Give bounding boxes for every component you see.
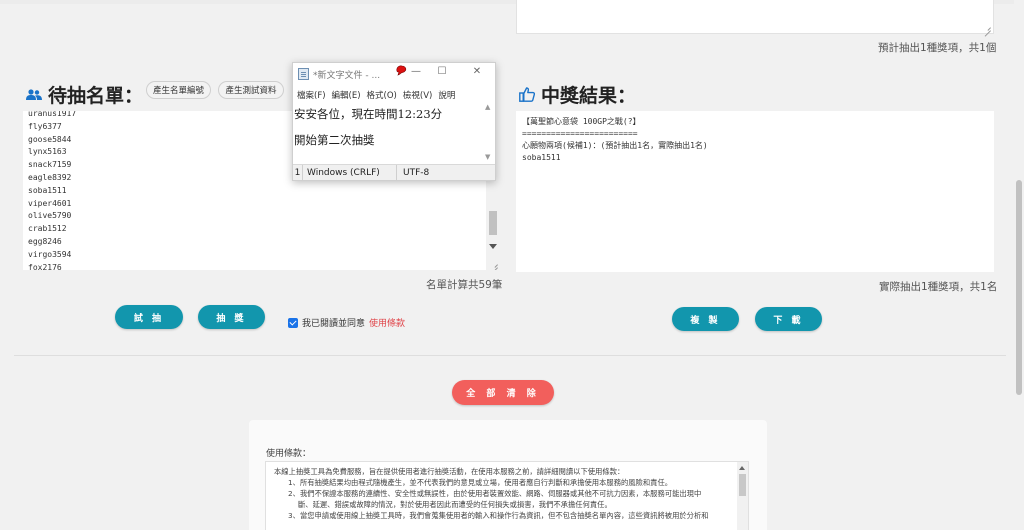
notepad-window[interactable]: *新文字文件 - ... — ☐ ✕ 檔案(F) 編輯(E) 格式(O) 檢視(… <box>292 62 496 181</box>
scroll-up-icon[interactable]: ▲ <box>485 103 490 111</box>
menu-format[interactable]: 格式(O) <box>367 89 397 101</box>
status-eol: Windows (CRLF) <box>303 164 397 181</box>
terms-line: 2、我們不保證本服務的連續性、安全性或無誤性，由於使用者裝置效能、網路、伺服器或… <box>288 489 702 498</box>
terms-line: 斷、延遲、錯誤或故障的情況，對於使用者因此而遭受的任何損失或損害，我們不承擔任何… <box>298 500 612 509</box>
participants-heading: 待抽名單： <box>26 81 143 108</box>
thumbs-up-icon <box>519 87 535 102</box>
terms-textarea[interactable]: 本線上抽獎工具為免費服務，旨在提供使用者進行抽獎活動，在使用本服務之前，請詳細閱… <box>265 461 749 530</box>
page-scrollbar[interactable] <box>1014 0 1024 530</box>
results-heading: 中獎結果： <box>519 81 636 108</box>
download-button[interactable]: 下 載 <box>755 307 822 331</box>
agree-checkbox[interactable] <box>288 317 298 328</box>
notepad-menu: 檔案(F) 編輯(E) 格式(O) 檢視(V) 說明 <box>297 89 455 101</box>
participant-count: 名單計算共59筆 <box>426 279 503 291</box>
status-line: 1 <box>293 164 303 181</box>
list-item: viper4601 <box>28 198 72 208</box>
actual-summary: 實際抽出1種獎項，共1名 <box>879 281 998 293</box>
divider <box>14 355 1006 356</box>
agree-terms[interactable]: 我已閱讀並同意 使用條款 <box>288 316 405 329</box>
list-item: soba1511 <box>28 185 67 195</box>
notepad-line: 開始第二次抽獎 <box>294 133 375 147</box>
notepad-titlebar[interactable]: *新文字文件 - ... — ☐ ✕ <box>293 63 495 85</box>
page-scrollbar-thumb[interactable] <box>1016 180 1022 395</box>
menu-edit[interactable]: 編輯(E) <box>332 89 361 101</box>
prize-textarea[interactable] <box>516 0 994 34</box>
resize-grip-icon[interactable] <box>983 23 991 31</box>
list-item: egg8246 <box>28 236 62 246</box>
copy-button[interactable]: 複 製 <box>672 307 739 331</box>
terms-link[interactable]: 使用條款 <box>369 316 405 329</box>
notepad-text-area[interactable]: 安安各位，現在時間12:23分 開始第二次抽獎 <box>294 101 482 164</box>
close-icon[interactable]: ✕ <box>467 66 487 77</box>
generate-numbers-button[interactable]: 產生名單編號 <box>146 81 211 99</box>
generate-test-data-button[interactable]: 產生測試資料 <box>218 81 284 99</box>
clear-all-button[interactable]: 全 部 清 除 <box>452 380 554 405</box>
list-scrollbar-thumb[interactable] <box>489 211 497 235</box>
list-item: fox2176 <box>28 262 62 270</box>
participants-title: 待抽名單： <box>48 85 144 107</box>
notepad-statusbar: 1 Windows (CRLF) UTF-8 <box>293 164 495 181</box>
agree-text: 我已閱讀並同意 <box>302 319 366 329</box>
scroll-down-icon[interactable] <box>489 244 497 249</box>
menu-view[interactable]: 檢視(V) <box>403 89 432 101</box>
notepad-scrollbar[interactable]: ▲ ▼ <box>482 101 495 164</box>
list-item: crab1512 <box>28 224 67 234</box>
notepad-line: 安安各位，現在時間12:23分 <box>294 107 443 121</box>
result-textarea[interactable]: 【萬聖節心意袋 100GP之戰(?】 =====================… <box>516 111 994 272</box>
terms-title: 使用條款： <box>266 449 312 459</box>
notepad-title: *新文字文件 - ... <box>313 71 381 81</box>
menu-file[interactable]: 檔案(F) <box>297 89 326 101</box>
draw-button[interactable]: 抽 獎 <box>198 305 265 329</box>
planned-summary: 預計抽出1種獎項，共1個 <box>878 42 997 54</box>
users-icon <box>26 88 42 100</box>
trial-draw-button[interactable]: 試 抽 <box>115 305 183 329</box>
terms-line: 1、所有抽獎結果均由程式隨機產生，並不代表我們的意見或立場，使用者應自行判斷和承… <box>288 478 673 487</box>
terms-line: 3、當您申請或使用線上抽獎工具時，我們會蒐集使用者的輸入和操作行為資訊，但不包含… <box>288 511 709 520</box>
maximize-icon[interactable]: ☐ <box>432 66 452 77</box>
terms-scrollbar-thumb[interactable] <box>739 474 746 496</box>
scroll-up-icon[interactable] <box>739 466 745 470</box>
terms-line: 本線上抽獎工具為免費服務，旨在提供使用者進行抽獎活動，在使用本服務之前，請詳細閱… <box>274 467 625 476</box>
notepad-icon <box>298 68 309 80</box>
minimize-icon[interactable]: — <box>406 66 426 77</box>
scroll-down-icon[interactable]: ▼ <box>485 153 490 161</box>
terms-scrollbar[interactable] <box>737 462 748 530</box>
menu-help[interactable]: 說明 <box>438 89 455 101</box>
list-item: olive5790 <box>28 211 72 221</box>
status-encoding: UTF-8 <box>403 167 430 178</box>
list-item: virgo3594 <box>28 249 72 259</box>
resize-grip-icon[interactable] <box>490 260 498 268</box>
results-title: 中獎結果： <box>541 85 637 107</box>
